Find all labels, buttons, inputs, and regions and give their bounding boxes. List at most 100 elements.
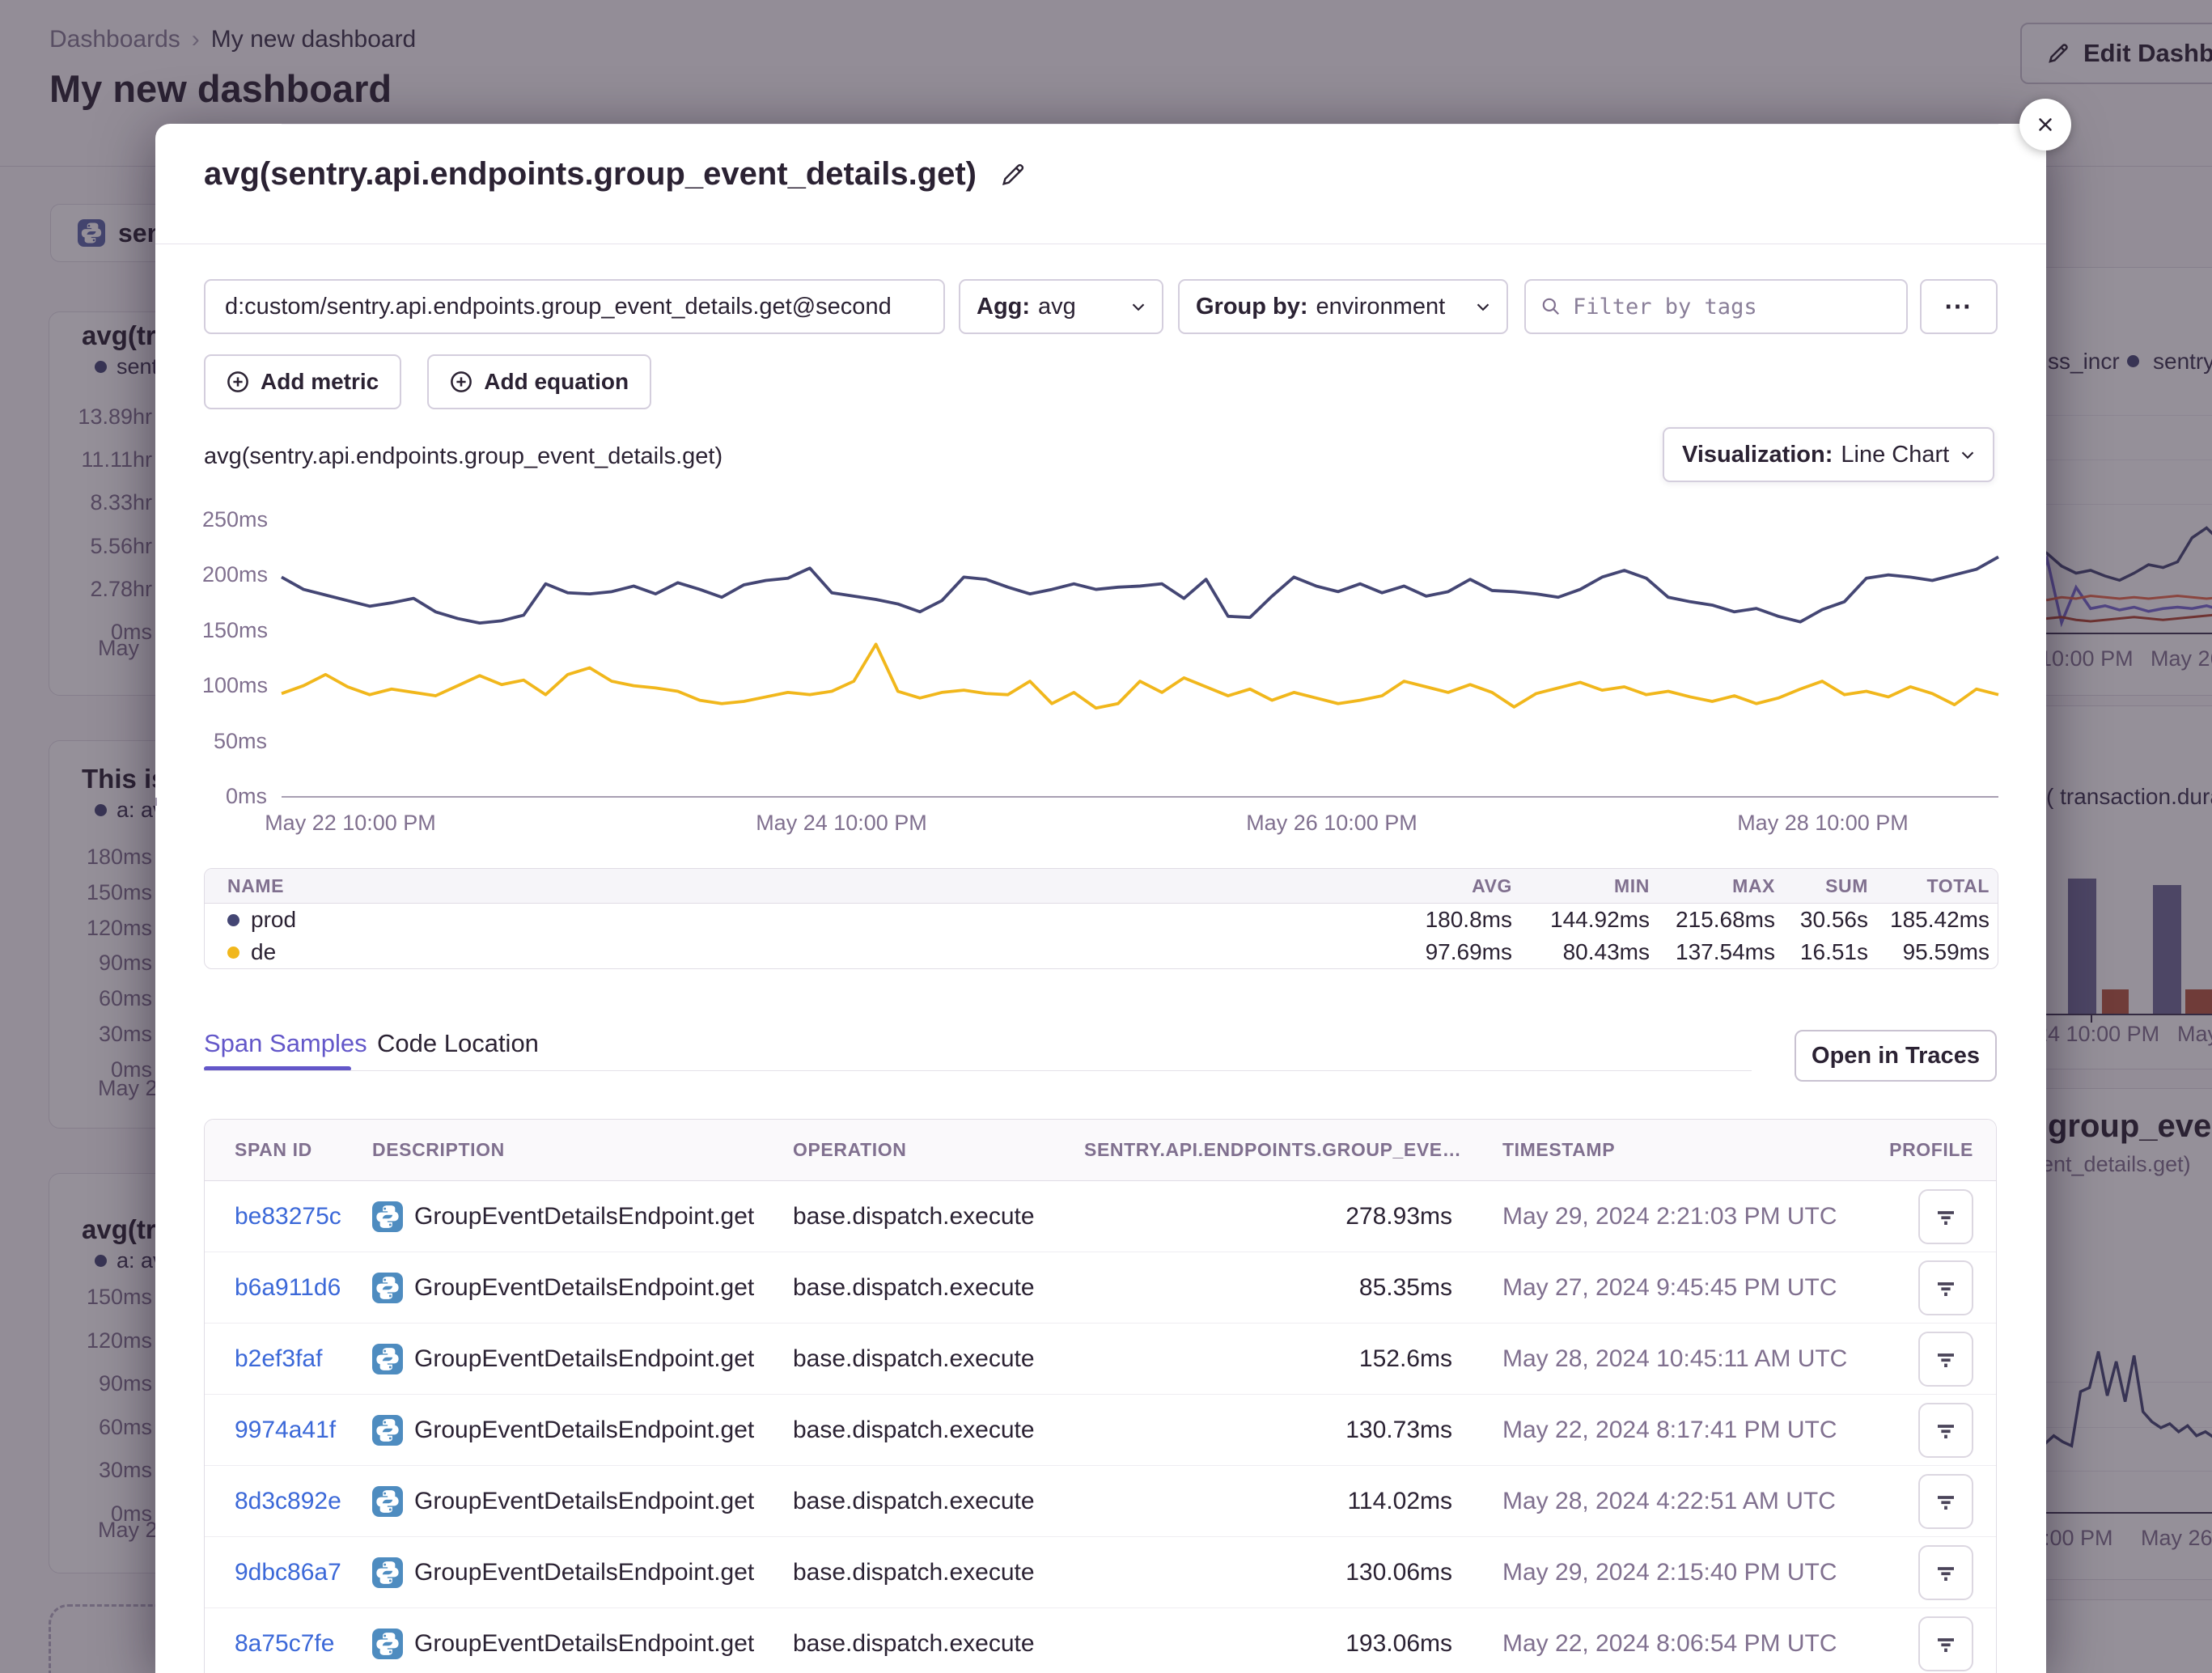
plus-circle-icon [450,371,472,393]
sum-value: 16.51s [1775,939,1868,965]
span-operation: base.dispatch.execute [793,1274,1084,1302]
span-operation: base.dispatch.execute [793,1488,1084,1515]
x-axis-label: May 26 10:00 PM [1210,811,1453,836]
span-timestamp: May 22, 2024 8:17:41 PM UTC [1452,1417,1885,1444]
ellipsis-icon: ⋯ [1944,290,1974,323]
modal-close-button[interactable] [2019,99,2071,150]
agg-select[interactable]: Agg: avg [959,279,1163,334]
x-tick [155,798,157,806]
python-icon [372,1415,403,1446]
span-sample-row[interactable]: b6a911d6 GroupEventDetailsEndpoint.get b… [205,1252,1996,1324]
span-metric-value: 152.6ms [1084,1345,1452,1373]
profile-button[interactable] [1918,1260,1973,1315]
samples-column-header: SENTRY.API.ENDPOINTS.GROUP_EVE… [1084,1139,1452,1161]
open-in-traces-button[interactable]: Open in Traces [1795,1030,1997,1082]
edit-title-pencil-icon[interactable] [999,161,1027,188]
span-id-link[interactable]: b6a911d6 [235,1274,372,1302]
metric-query-input[interactable] [206,294,943,320]
group-by-label: Group by: [1196,294,1308,320]
more-options-button[interactable]: ⋯ [1920,279,1998,334]
tab-code-location[interactable]: Code Location [377,1029,539,1058]
span-timestamp: May 28, 2024 4:22:51 AM UTC [1452,1488,1885,1515]
python-icon [372,1201,403,1232]
modal-title: avg(sentry.api.endpoints.group_event_det… [204,156,977,193]
sum-value: 30.56s [1775,907,1868,933]
span-timestamp: May 29, 2024 2:21:03 PM UTC [1452,1203,1885,1230]
span-samples-table: SPAN IDDESCRIPTIONOPERATIONSENTRY.API.EN… [204,1119,1997,1673]
summary-table-header: NAMEAVGMINMAXSUMTOTAL [205,869,1998,904]
profile-button[interactable] [1918,1189,1973,1244]
span-sample-row[interactable]: be83275c GroupEventDetailsEndpoint.get b… [205,1181,1996,1252]
span-operation: base.dispatch.execute [793,1203,1084,1230]
summary-column-header: MAX [1650,875,1775,897]
samples-column-header: OPERATION [793,1139,1084,1161]
span-description: GroupEventDetailsEndpoint.get [414,1488,754,1515]
samples-column-header: PROFILE [1885,1139,1973,1161]
span-description: GroupEventDetailsEndpoint.get [414,1345,754,1373]
span-id-link[interactable]: b2ef3faf [235,1345,372,1373]
span-operation: base.dispatch.execute [793,1559,1084,1586]
agg-value: avg [1038,294,1076,320]
series-de-line [282,644,1998,708]
profile-icon [1934,1205,1958,1229]
summary-row[interactable]: prod 180.8ms 144.92ms 215.68ms 30.56s 18… [205,904,1998,936]
span-timestamp: May 28, 2024 10:45:11 AM UTC [1452,1345,1885,1373]
span-id-link[interactable]: 9974a41f [235,1417,372,1444]
span-sample-row[interactable]: b2ef3faf GroupEventDetailsEndpoint.get b… [205,1324,1996,1395]
span-operation: base.dispatch.execute [793,1417,1084,1444]
add-equation-label: Add equation [484,369,629,395]
max-value: 137.54ms [1650,939,1775,965]
samples-table-header: SPAN IDDESCRIPTIONOPERATIONSENTRY.API.EN… [205,1120,1996,1181]
chevron-down-icon [1131,302,1146,312]
profile-button[interactable] [1918,1403,1973,1458]
tag-filter-field [1524,279,1908,334]
add-equation-button[interactable]: Add equation [427,354,651,409]
x-axis-label: May 22 10:00 PM [229,811,472,836]
span-sample-row[interactable]: 9dbc86a7 GroupEventDetailsEndpoint.get b… [205,1537,1996,1608]
chart-x-axis [282,796,1998,798]
visualization-select[interactable]: Visualization: Line Chart [1663,427,1994,482]
span-operation: base.dispatch.execute [793,1630,1084,1658]
summary-row[interactable]: de 97.69ms 80.43ms 137.54ms 16.51s 95.59… [205,936,1998,968]
tabs-divider [204,1070,1752,1071]
span-metric-value: 130.73ms [1084,1417,1452,1444]
x-axis-label: May 28 10:00 PM [1701,811,1944,836]
metric-query-field [204,279,945,334]
span-id-link[interactable]: 8a75c7fe [235,1630,372,1658]
add-metric-button[interactable]: Add metric [204,354,401,409]
span-description: GroupEventDetailsEndpoint.get [414,1417,754,1444]
metric-line-chart[interactable] [282,518,1998,798]
group-by-select[interactable]: Group by: environment [1178,279,1508,334]
span-sample-row[interactable]: 8d3c892e GroupEventDetailsEndpoint.get b… [205,1466,1996,1537]
y-axis-label: 100ms [202,658,267,713]
close-icon [2035,114,2056,135]
profile-button[interactable] [1918,1474,1973,1529]
span-id-link[interactable]: 8d3c892e [235,1488,372,1515]
summary-column-header: NAME [227,875,1367,897]
tag-filter-input[interactable] [1571,294,1892,320]
y-axis-label: 150ms [202,603,267,658]
span-id-link[interactable]: 9dbc86a7 [235,1559,372,1586]
profile-button[interactable] [1918,1545,1973,1600]
add-row: Add metric Add equation [204,354,651,409]
span-description: GroupEventDetailsEndpoint.get [414,1559,754,1586]
profile-icon [1934,1561,1958,1585]
chevron-down-icon [1476,302,1490,312]
y-axis-label: 50ms [202,714,267,769]
span-timestamp: May 27, 2024 9:45:45 PM UTC [1452,1274,1885,1302]
metric-details-modal: avg(sentry.api.endpoints.group_event_det… [155,124,2046,1673]
span-timestamp: May 29, 2024 2:15:40 PM UTC [1452,1559,1885,1586]
python-icon [372,1629,403,1659]
agg-label: Agg: [977,294,1030,320]
group-by-value: environment [1316,294,1446,320]
span-metric-value: 130.06ms [1084,1559,1452,1586]
span-sample-row[interactable]: 9974a41f GroupEventDetailsEndpoint.get b… [205,1395,1996,1466]
samples-column-header: DESCRIPTION [372,1139,793,1161]
span-sample-row[interactable]: 8a75c7fe GroupEventDetailsEndpoint.get b… [205,1608,1996,1673]
profile-icon [1934,1632,1958,1656]
profile-button[interactable] [1918,1616,1973,1671]
tab-span-samples[interactable]: Span Samples [204,1029,367,1058]
profile-button[interactable] [1918,1332,1973,1387]
modal-title-row: avg(sentry.api.endpoints.group_event_det… [204,156,1027,193]
span-id-link[interactable]: be83275c [235,1203,372,1230]
